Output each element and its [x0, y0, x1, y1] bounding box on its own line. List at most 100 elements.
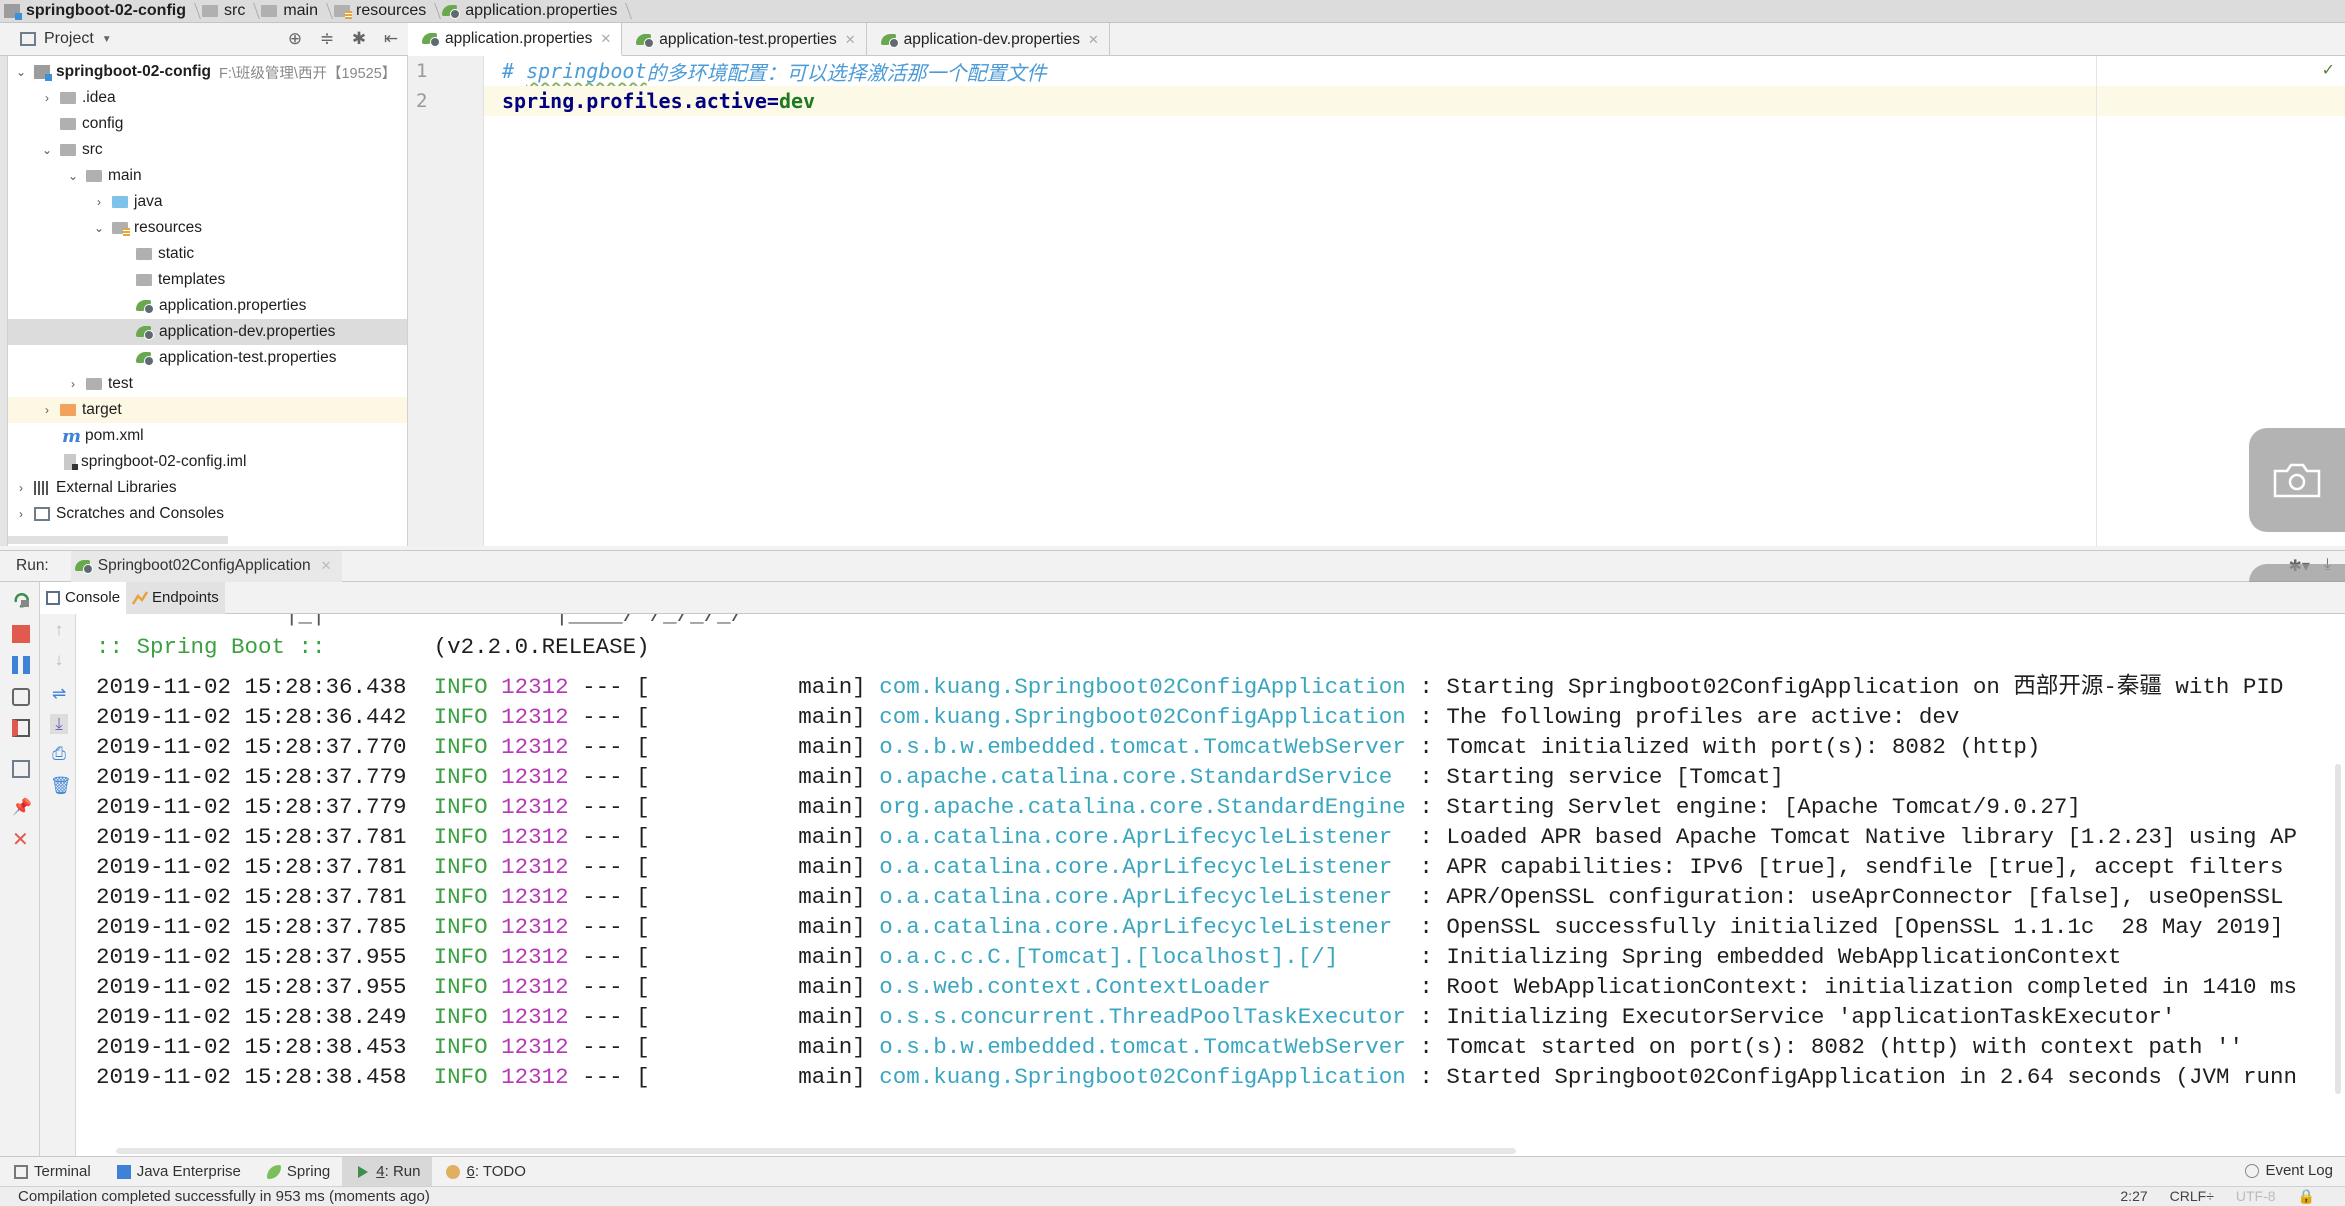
- tree-horizontal-scrollbar[interactable]: [8, 536, 228, 544]
- tool-java-enterprise[interactable]: Java Enterprise: [103, 1157, 253, 1187]
- pin-icon[interactable]: 📌: [12, 797, 32, 816]
- tree-item-target[interactable]: › target: [8, 397, 407, 423]
- log-line: 2019-11-02 15:28:36.438 INFO 12312 --- […: [96, 672, 2283, 702]
- tree-item-static[interactable]: static: [8, 241, 407, 267]
- chevron-right-icon[interactable]: ›: [14, 481, 28, 495]
- scroll-up-icon[interactable]: ↑: [50, 620, 68, 640]
- tree-item-pom-xml[interactable]: m pom.xml: [8, 423, 407, 449]
- log-thread: main]: [798, 824, 866, 850]
- log-pid: 12312: [501, 914, 569, 940]
- tree-item-external-libraries[interactable]: › External Libraries: [8, 475, 407, 501]
- lock-icon[interactable]: 🔒: [2298, 1188, 2315, 1205]
- code-line-1[interactable]: # springboot 的多环境配置：可以选择激活那一个配置文件: [484, 56, 2096, 86]
- tree-item-resources[interactable]: ⌄ resources: [8, 215, 407, 241]
- tree-item-config[interactable]: config: [8, 111, 407, 137]
- clear-all-icon[interactable]: 🗑: [50, 776, 72, 796]
- log-level: INFO: [433, 674, 488, 700]
- stop-icon[interactable]: [12, 625, 30, 643]
- tree-item-application-test-properties[interactable]: application-test.properties: [8, 345, 407, 371]
- scroll-down-icon[interactable]: ↓: [50, 650, 68, 670]
- layout-icon[interactable]: [12, 760, 30, 778]
- log-line: 2019-11-02 15:28:37.779 INFO 12312 --- […: [96, 762, 1784, 792]
- breadcrumb-main[interactable]: main: [255, 0, 328, 23]
- tab-console[interactable]: Console: [40, 581, 127, 614]
- tree-item-main[interactable]: ⌄ main: [8, 163, 407, 189]
- console-horizontal-scrollbar[interactable]: [116, 1148, 1516, 1154]
- pause-icon[interactable]: [12, 656, 30, 674]
- event-log-button[interactable]: Event Log: [2245, 1162, 2333, 1179]
- close-icon[interactable]: ✕: [321, 558, 332, 574]
- comment-hash: #: [502, 59, 527, 83]
- tree-item-java[interactable]: › java: [8, 189, 407, 215]
- tab-application-properties[interactable]: application.properties ✕: [408, 23, 623, 56]
- tree-item-application-dev-properties[interactable]: application-dev.properties: [8, 319, 407, 345]
- caret-position[interactable]: 2:27: [2120, 1188, 2147, 1205]
- code-line-2[interactable]: spring.profiles.active = dev: [484, 86, 2096, 116]
- breadcrumb-src[interactable]: src: [196, 0, 255, 23]
- log-level: INFO: [433, 824, 488, 850]
- locate-icon[interactable]: ⊕: [286, 29, 304, 49]
- tool-run[interactable]: 4: Run: [342, 1156, 433, 1187]
- tab-application-test-properties[interactable]: application-test.properties ✕: [622, 23, 867, 56]
- tree-item-project-root[interactable]: ⌄ springboot-02-config F:\班级管理\西开【19525】: [8, 59, 407, 85]
- tree-item-test[interactable]: › test: [8, 371, 407, 397]
- tool-spring[interactable]: Spring: [253, 1157, 342, 1187]
- log-separator: --- [: [582, 944, 650, 970]
- project-panel-header: Project ▼ ⊕ ≑ ✱ ⇤: [0, 23, 408, 56]
- tool-terminal[interactable]: Terminal: [0, 1157, 103, 1187]
- camera-dump-icon[interactable]: [12, 688, 30, 706]
- scroll-to-end-icon[interactable]: ⤓: [50, 714, 68, 734]
- tab-application-dev-properties[interactable]: application-dev.properties ✕: [867, 23, 1110, 56]
- spring-properties-icon: [442, 3, 461, 19]
- tree-item-label: .idea: [82, 89, 116, 106]
- tree-item-src[interactable]: ⌄ src: [8, 137, 407, 163]
- line-separator[interactable]: CRLF÷: [2170, 1188, 2214, 1205]
- rerun-icon[interactable]: [12, 590, 30, 608]
- console-vertical-scrollbar[interactable]: [2335, 764, 2341, 1094]
- hide-panel-icon[interactable]: ⇤: [382, 29, 400, 49]
- tree-item-iml[interactable]: springboot-02-config.iml: [8, 449, 407, 475]
- folder-icon: [60, 144, 76, 156]
- chevron-right-icon[interactable]: ›: [40, 91, 54, 105]
- chevron-right-icon[interactable]: ›: [14, 507, 28, 521]
- tree-item-scratches[interactable]: › Scratches and Consoles: [8, 501, 407, 527]
- log-pid: 12312: [501, 704, 569, 730]
- log-line: 2019-11-02 15:28:38.458 INFO 12312 --- […: [96, 1062, 2297, 1092]
- chevron-down-icon[interactable]: ⌄: [40, 143, 54, 157]
- soft-wrap-icon[interactable]: ⇌: [50, 684, 68, 704]
- run-config-tab[interactable]: Springboot02ConfigApplication ✕: [70, 550, 342, 582]
- log-level: INFO: [433, 1064, 488, 1090]
- tab-endpoints[interactable]: Endpoints: [126, 581, 225, 614]
- close-icon[interactable]: ✕: [1088, 32, 1099, 48]
- chevron-right-icon[interactable]: ›: [40, 403, 54, 417]
- code-editor[interactable]: 1 2 # springboot 的多环境配置：可以选择激活那一个配置文件 spr…: [408, 56, 2345, 546]
- chevron-right-icon[interactable]: ›: [92, 195, 106, 209]
- project-icon: [4, 4, 22, 20]
- breadcrumb-project[interactable]: springboot-02-config: [0, 0, 196, 23]
- exit-icon[interactable]: [12, 719, 30, 737]
- tree-item-application-properties[interactable]: application.properties: [8, 293, 407, 319]
- log-separator: --- [: [582, 674, 650, 700]
- chevron-right-icon[interactable]: ›: [66, 377, 80, 391]
- close-icon[interactable]: ✕: [12, 830, 30, 850]
- chevron-down-icon[interactable]: ⌄: [92, 221, 106, 235]
- console-output[interactable]: |_| |____/ /_/_/_/ :: Spring Boot :: (v2…: [76, 614, 2345, 1156]
- chevron-down-icon[interactable]: ⌄: [14, 65, 28, 79]
- file-encoding[interactable]: UTF-8: [2236, 1188, 2276, 1205]
- gear-icon[interactable]: ✱: [350, 29, 368, 49]
- close-icon[interactable]: ✕: [600, 31, 611, 47]
- breadcrumb-resources[interactable]: resources: [328, 0, 436, 23]
- tree-item-label: java: [134, 193, 163, 210]
- inspection-ok-icon[interactable]: ✓: [2322, 60, 2335, 80]
- folder-icon: [60, 118, 76, 130]
- close-icon[interactable]: ✕: [845, 32, 856, 48]
- breadcrumb-file[interactable]: application.properties: [436, 0, 627, 23]
- print-icon[interactable]: ⎙: [50, 744, 68, 764]
- screenshot-overlay-button[interactable]: [2249, 428, 2345, 532]
- collapse-all-icon[interactable]: ≑: [318, 29, 336, 49]
- tree-item-idea[interactable]: › .idea: [8, 85, 407, 111]
- tool-todo[interactable]: 6: TODO: [432, 1157, 537, 1187]
- tree-item-templates[interactable]: templates: [8, 267, 407, 293]
- chevron-down-icon[interactable]: ⌄: [66, 169, 80, 183]
- project-view-selector[interactable]: Project ▼: [0, 30, 112, 48]
